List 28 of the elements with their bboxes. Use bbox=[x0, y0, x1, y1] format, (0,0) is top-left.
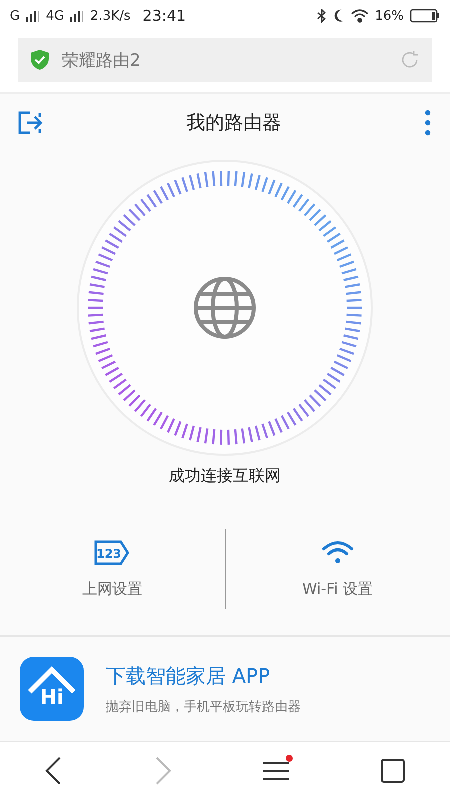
page-heading: 我的路由器 bbox=[186, 111, 282, 136]
page-title: 荣耀路由2 bbox=[62, 50, 142, 72]
moon-icon bbox=[333, 9, 346, 23]
network-label: G bbox=[10, 8, 20, 24]
battery-icon bbox=[410, 9, 440, 23]
wifi-icon bbox=[320, 540, 355, 566]
wifi-settings-button[interactable]: Wi-Fi 设置 bbox=[226, 529, 450, 609]
address-bar[interactable]: 荣耀路由2 bbox=[18, 38, 432, 82]
promo-banner[interactable]: Hi 下载智能家居 APP 抛弃旧电脑，手机平板玩转路由器 bbox=[0, 635, 450, 742]
menu-icon bbox=[261, 759, 292, 783]
connection-status: 成功连接互联网 bbox=[168, 466, 282, 487]
bluetooth-icon bbox=[317, 9, 328, 23]
promo-subtitle: 抛弃旧电脑，手机平板玩转路由器 bbox=[106, 698, 301, 716]
logo-text: Hi bbox=[40, 685, 64, 709]
clock: 23:41 bbox=[142, 7, 186, 25]
wifi-icon bbox=[351, 9, 370, 23]
internet-settings-button[interactable]: 123 上网设置 bbox=[0, 529, 224, 609]
network-label: 4G bbox=[46, 8, 64, 24]
notification-dot bbox=[286, 755, 294, 762]
more-icon[interactable] bbox=[424, 110, 432, 136]
promo-title: 下载智能家居 APP bbox=[106, 662, 272, 690]
speed-label: 2.3K/s bbox=[90, 8, 131, 24]
globe-icon bbox=[194, 277, 256, 339]
signal-icon bbox=[26, 10, 40, 22]
battery-label: 16% bbox=[375, 8, 404, 24]
signal-icon bbox=[70, 10, 84, 22]
number-tag-icon: 123 bbox=[94, 540, 130, 566]
exit-icon[interactable] bbox=[18, 111, 44, 135]
